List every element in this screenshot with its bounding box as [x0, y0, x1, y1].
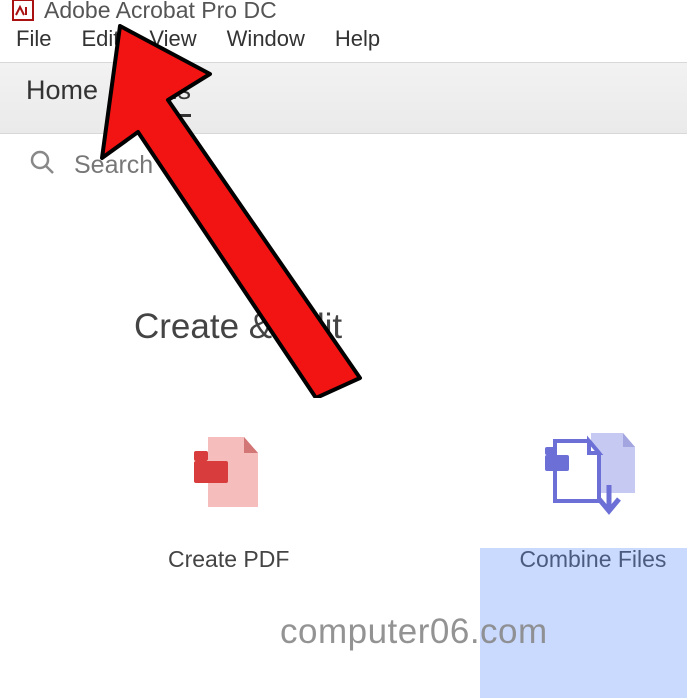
menubar: File Edit View Window Help — [0, 20, 687, 62]
tools-row: Create PDF Combine — [134, 427, 627, 573]
tool-combine-files[interactable]: Combine Files — [519, 427, 666, 573]
app-title: Adobe Acrobat Pro DC — [44, 0, 277, 24]
menu-help[interactable]: Help — [335, 26, 380, 52]
section-title: Create & Edit — [134, 307, 627, 347]
search-icon — [28, 148, 56, 183]
watermark: computer06.com — [280, 612, 548, 652]
content-area: Create & Edit Create PDF — [0, 197, 687, 573]
menu-file[interactable]: File — [16, 26, 51, 52]
search-row[interactable]: Search tools — [0, 134, 687, 197]
app-icon — [12, 0, 34, 21]
menu-edit[interactable]: Edit — [81, 26, 119, 52]
menu-view[interactable]: View — [149, 26, 196, 52]
tab-home[interactable]: Home — [26, 75, 98, 117]
search-placeholder: Search tools — [74, 151, 213, 180]
tabbar: Home Tools — [0, 62, 687, 134]
combine-files-icon — [543, 427, 643, 522]
tab-tools[interactable]: Tools — [128, 75, 191, 117]
titlebar: Adobe Acrobat Pro DC — [0, 0, 687, 20]
menu-window[interactable]: Window — [227, 26, 305, 52]
tool-combine-files-label: Combine Files — [519, 546, 666, 573]
tool-create-pdf[interactable]: Create PDF — [168, 427, 289, 573]
tool-create-pdf-label: Create PDF — [168, 546, 289, 573]
create-pdf-icon — [184, 427, 274, 522]
